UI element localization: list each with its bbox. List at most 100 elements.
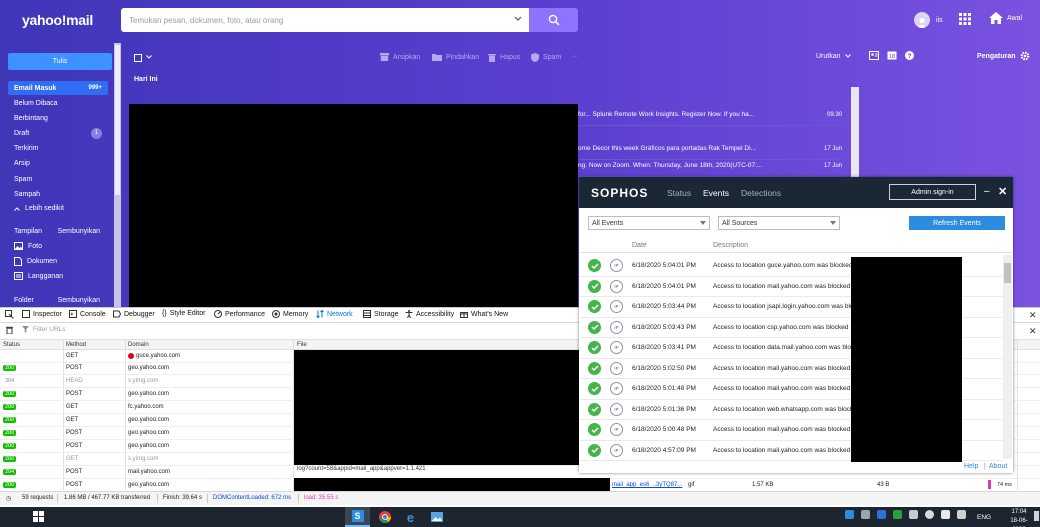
edge-taskbar-icon[interactable]: e: [398, 507, 423, 527]
spam-button[interactable]: Spam: [531, 53, 561, 62]
mail-list-item[interactable]: ng. Now on Zoom. When: Thursday, June 18…: [578, 155, 842, 177]
sophos-tray-icon[interactable]: [845, 510, 854, 519]
tab-storage[interactable]: Storage: [363, 310, 399, 318]
event-description: Access to location mail.yahoo.com was bl…: [713, 282, 851, 290]
minimize-icon[interactable]: –: [984, 186, 990, 197]
sidebar-item-inbox[interactable]: Email Masuk 999+: [8, 81, 108, 95]
user-menu[interactable]: iis: [914, 12, 943, 28]
sort-button[interactable]: Urutkan: [816, 53, 852, 60]
tab-accessibility[interactable]: Accessibility: [405, 310, 454, 318]
request-transferred: 1.57 KB: [752, 482, 774, 488]
tab-status[interactable]: Status: [667, 188, 691, 198]
sidebar-item-subscriptions[interactable]: Langganan: [14, 272, 63, 280]
tab-whats-new[interactable]: What's New: [460, 310, 508, 318]
settings-button[interactable]: Pengaturan: [977, 51, 1030, 61]
app-tray-icon[interactable]: [861, 510, 870, 519]
archive-button[interactable]: Arsipkan: [380, 53, 420, 61]
volume-icon[interactable]: [941, 510, 950, 519]
request-domain: geo.yahoo.com: [128, 365, 170, 371]
show-less-link[interactable]: Lebih sedikit: [14, 205, 64, 212]
sophos-taskbar-icon[interactable]: S: [345, 507, 370, 527]
mail-list-item[interactable]: for... Splunk Remote Work Insights. Regi…: [578, 104, 842, 126]
close-icon[interactable]: ✕: [998, 185, 1007, 198]
column-header-method[interactable]: Method: [66, 342, 86, 348]
apps-grid-icon[interactable]: [959, 13, 971, 25]
app-tray-icon[interactable]: [877, 510, 886, 519]
tab-detections[interactable]: Detections: [741, 188, 781, 198]
column-header-domain[interactable]: Domain: [128, 342, 149, 348]
column-header-date[interactable]: Date: [632, 242, 647, 249]
filter-urls-input[interactable]: [33, 326, 113, 333]
column-header-file[interactable]: File: [297, 342, 307, 348]
app-tray-icon[interactable]: [893, 510, 902, 519]
delete-button[interactable]: Hapus: [488, 53, 520, 62]
events-scroll-thumb[interactable]: [1004, 263, 1011, 283]
tab-network[interactable]: Network: [316, 310, 353, 318]
tab-debugger[interactable]: Debugger: [113, 310, 155, 318]
sidebar-item-sent[interactable]: Terkirim: [8, 141, 108, 155]
chrome-taskbar-icon[interactable]: [372, 507, 397, 527]
select-all-checkbox[interactable]: [134, 54, 142, 62]
events-filter-select[interactable]: All Events: [588, 216, 710, 230]
yahoo-mail-logo[interactable]: yahoo!mail: [22, 12, 93, 28]
calendar-icon[interactable]: 18: [887, 51, 897, 60]
app-tray-icon[interactable]: [909, 510, 918, 519]
photos-taskbar-icon[interactable]: [424, 507, 449, 527]
sidebar-item-label: Draft: [14, 129, 30, 137]
events-scrollbar[interactable]: [1003, 255, 1012, 459]
request-file-link[interactable]: mail_app_es6_..3yTQ87...: [612, 482, 682, 488]
wifi-icon[interactable]: [925, 510, 934, 519]
contacts-icon[interactable]: [869, 51, 879, 60]
element-picker-icon[interactable]: [5, 310, 14, 319]
views-hide-button[interactable]: Sembunyikan: [58, 228, 100, 235]
tab-inspector[interactable]: Inspector: [22, 310, 62, 318]
tab-events[interactable]: Events: [703, 188, 729, 198]
sidebar-item-documents[interactable]: Dokumen: [14, 257, 57, 266]
compose-button[interactable]: Tulis: [8, 53, 112, 70]
folders-hide-button[interactable]: Sembunyikan: [58, 297, 100, 304]
clock[interactable]: 17:04 18-06-2020: [1004, 508, 1034, 527]
admin-sign-in-button[interactable]: Admin sign-in: [889, 184, 976, 200]
column-header-status[interactable]: Status: [3, 342, 20, 348]
windows-start-icon[interactable]: [33, 511, 44, 522]
status-code: 200: [3, 456, 17, 462]
sidebar-scroll-thumb[interactable]: [115, 45, 120, 195]
sidebar-item-starred[interactable]: Berbintang: [8, 111, 108, 125]
battery-icon[interactable]: [957, 510, 966, 519]
sidebar-item-drafts[interactable]: Draft 1: [8, 126, 108, 140]
sidebar-item-photos[interactable]: Foto: [14, 242, 42, 250]
refresh-events-button[interactable]: Refresh Events: [909, 216, 1005, 230]
tab-performance[interactable]: Performance: [214, 310, 265, 318]
sidebar-item-unread[interactable]: Belum Dibaca: [8, 96, 108, 110]
close-icon[interactable]: ✕: [1029, 326, 1037, 337]
search-input[interactable]: [121, 8, 491, 32]
search-button[interactable]: [529, 8, 578, 32]
request-method: POST: [66, 469, 83, 475]
sources-filter-select[interactable]: All Sources: [718, 216, 840, 230]
clear-requests-icon[interactable]: [6, 326, 13, 334]
tab-console[interactable]: Console: [69, 310, 106, 318]
sidebar-item-spam[interactable]: Spam: [8, 172, 108, 186]
sidebar-item-archive[interactable]: Arsip: [8, 156, 108, 170]
event-date: 6/18/2020 4:57:09 PM: [632, 446, 696, 454]
column-header-description[interactable]: Description: [713, 242, 748, 249]
tab-style-editor[interactable]: {} Style Editor: [162, 310, 205, 317]
request-method: POST: [66, 391, 83, 397]
more-actions-button[interactable]: ···: [572, 53, 579, 60]
chevron-down-icon[interactable]: [514, 16, 522, 22]
chevron-down-icon[interactable]: [146, 55, 152, 59]
search-icon: [548, 14, 560, 26]
home-button[interactable]: Awal: [989, 12, 1022, 24]
filter-bar: [22, 326, 113, 333]
event-date: 6/18/2020 5:03:43 PM: [632, 323, 696, 331]
sidebar-item-trash[interactable]: Sampah: [8, 187, 108, 201]
close-devtools-icon[interactable]: ✕: [1029, 310, 1037, 321]
help-link[interactable]: Help: [964, 463, 978, 470]
tab-memory[interactable]: Memory: [272, 310, 308, 318]
notification-icon[interactable]: [1034, 511, 1039, 521]
input-language[interactable]: ENG: [977, 514, 991, 521]
help-icon[interactable]: ?: [905, 51, 914, 60]
about-link[interactable]: About: [989, 463, 1007, 470]
move-button[interactable]: Pindahkan: [432, 53, 479, 61]
request-file[interactable]: log?count=58&appid=mail_app&appver=1.1.4…: [297, 466, 426, 472]
